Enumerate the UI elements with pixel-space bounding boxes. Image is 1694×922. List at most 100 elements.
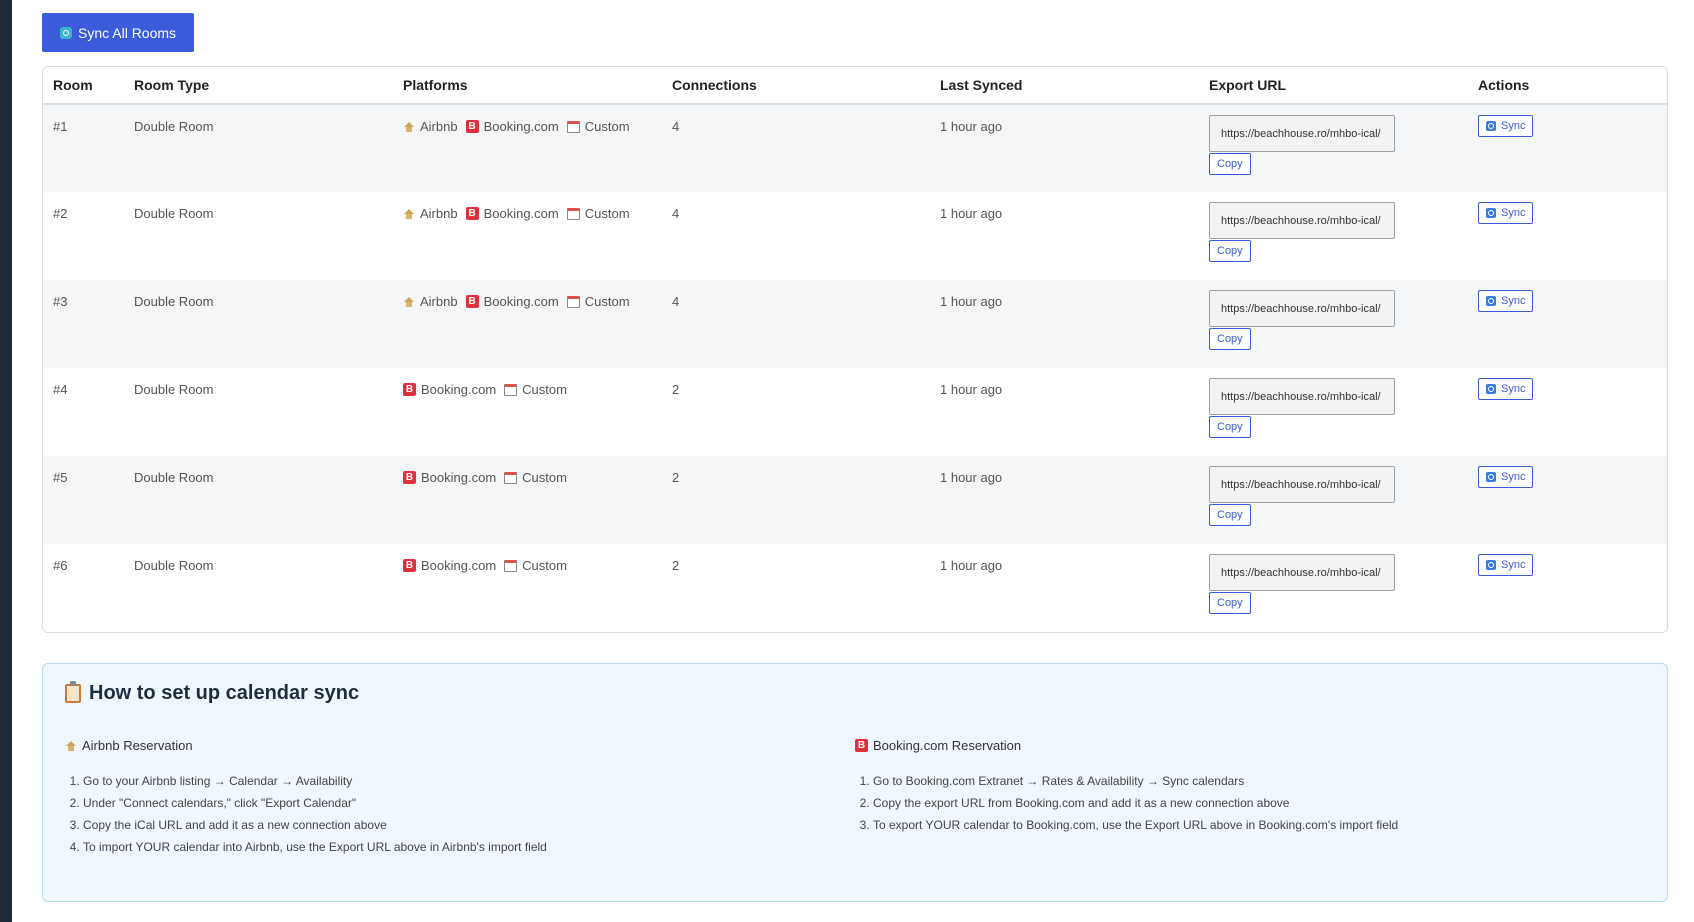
export-url-cell: https://beachhouse.ro/mhbo-ical/ Copy [1199,368,1468,456]
airbnb-instructions: Airbnb Reservation Go to your Airbnb lis… [65,738,855,858]
actions-cell: Sync [1468,280,1667,368]
platform-custom: Custom [504,382,567,397]
table-row: #3 Double Room Airbnb B Booking.com Custo… [43,280,1667,368]
airbnb-heading-text: Airbnb Reservation [82,738,193,753]
copy-button[interactable]: Copy [1209,153,1251,175]
platform-booking: B Booking.com [403,470,496,485]
platforms-cell: Airbnb B Booking.com Custom [393,104,662,192]
calendar-icon [504,559,518,572]
list-item: To import YOUR calendar into Airbnb, use… [83,836,855,858]
calendar-icon [504,383,518,396]
platform-booking: B Booking.com [465,119,559,134]
booking-b-icon: B [403,471,416,484]
rooms-table: Room Room Type Platforms Connections Las… [42,66,1668,633]
copy-button[interactable]: Copy [1209,416,1251,438]
sync-button[interactable]: Sync [1478,378,1534,400]
sync-button[interactable]: Sync [1478,466,1534,488]
room-number: #1 [53,119,68,134]
calendar-icon [566,120,580,133]
platform-label: Custom [522,382,567,397]
platform-booking: B Booking.com [465,294,559,309]
platform-label: Booking.com [483,119,559,134]
sync-label: Sync [1501,207,1526,219]
connections-count: 4 [672,206,680,221]
platform-booking: B Booking.com [403,558,496,573]
last-synced: 1 hour ago [940,294,1003,309]
export-url-cell: https://beachhouse.ro/mhbo-ical/ Copy [1199,544,1468,632]
platforms-cell: Airbnb B Booking.com Custom [393,280,662,368]
col-header-room: Room [43,67,124,105]
col-header-last-synced: Last Synced [930,67,1199,105]
booking-heading-text: Booking.com Reservation [873,738,1022,753]
sync-button[interactable]: Sync [1478,554,1534,576]
export-url-field[interactable]: https://beachhouse.ro/mhbo-ical/ [1209,554,1395,591]
room-type: Double Room [134,294,214,309]
table-row: #4 Double Room B Booking.com Custom 2 1 h… [43,368,1667,456]
house-icon [403,208,415,220]
sync-label: Sync [1501,471,1526,483]
platform-custom: Custom [566,119,630,134]
platform-label: Custom [584,119,630,134]
export-url-field[interactable]: https://beachhouse.ro/mhbo-ical/ [1209,466,1395,503]
sync-icon [1486,560,1496,570]
house-icon [403,296,415,308]
sync-icon [1486,121,1496,131]
export-url-field[interactable]: https://beachhouse.ro/mhbo-ical/ [1209,378,1395,415]
room-type: Double Room [134,558,214,573]
platform-custom: Custom [504,470,567,485]
platform-booking: B Booking.com [465,206,559,221]
platform-custom: Custom [504,558,567,573]
sync-label: Sync [1501,120,1526,132]
platform-label: Booking.com [421,382,497,397]
house-icon [403,121,415,133]
main-content: Sync All Rooms Room Room Type Platforms … [42,13,1668,902]
col-header-connections: Connections [662,67,930,105]
platform-airbnb: Airbnb [403,206,458,221]
platform-label: Custom [522,470,567,485]
platform-label: Airbnb [420,119,458,134]
list-item: Copy the iCal URL and add it as a new co… [83,814,855,836]
copy-button[interactable]: Copy [1209,328,1251,350]
airbnb-heading: Airbnb Reservation [65,738,855,753]
export-url-field[interactable]: https://beachhouse.ro/mhbo-ical/ [1209,202,1395,239]
table-row: #2 Double Room Airbnb B Booking.com Custo… [43,192,1667,280]
platforms-cell: B Booking.com Custom [393,456,662,544]
connections-count: 2 [672,382,680,397]
sync-all-label: Sync All Rooms [78,24,177,41]
sync-button[interactable]: Sync [1478,202,1534,224]
sync-icon [60,26,72,39]
airbnb-steps: Go to your Airbnb listing → Calendar → A… [65,770,855,858]
sync-all-rooms-button[interactable]: Sync All Rooms [42,13,195,52]
booking-b-icon: B [465,120,479,133]
sync-label: Sync [1501,295,1526,307]
list-item: Go to Booking.com Extranet → Rates & Ava… [873,770,1645,792]
room-type: Double Room [134,119,214,134]
platform-label: Airbnb [420,206,458,221]
col-header-export-url: Export URL [1199,67,1468,105]
help-title: How to set up calendar sync [65,681,1645,705]
room-number: #3 [53,294,68,309]
list-item: Copy the export URL from Booking.com and… [873,792,1645,814]
last-synced: 1 hour ago [940,382,1003,397]
export-url-field[interactable]: https://beachhouse.ro/mhbo-ical/ [1209,115,1395,152]
platforms-cell: B Booking.com Custom [393,544,662,632]
platform-airbnb: Airbnb [403,294,458,309]
room-number: #4 [53,382,68,397]
platform-airbnb: Airbnb [403,119,458,134]
booking-heading: B Booking.com Reservation [855,738,1645,753]
copy-button[interactable]: Copy [1209,240,1251,262]
copy-button[interactable]: Copy [1209,592,1251,614]
platform-label: Booking.com [421,470,497,485]
booking-steps: Go to Booking.com Extranet → Rates & Ava… [855,770,1645,836]
last-synced: 1 hour ago [940,470,1003,485]
room-number: #5 [53,470,68,485]
booking-b-icon: B [403,559,416,572]
copy-button[interactable]: Copy [1209,504,1251,526]
sync-icon [1486,208,1496,218]
sync-button[interactable]: Sync [1478,115,1534,137]
room-number: #6 [53,558,68,573]
calendar-icon [566,295,580,308]
list-item: Under "Connect calendars," click "Export… [83,792,855,814]
sync-button[interactable]: Sync [1478,290,1534,312]
export-url-field[interactable]: https://beachhouse.ro/mhbo-ical/ [1209,290,1395,327]
